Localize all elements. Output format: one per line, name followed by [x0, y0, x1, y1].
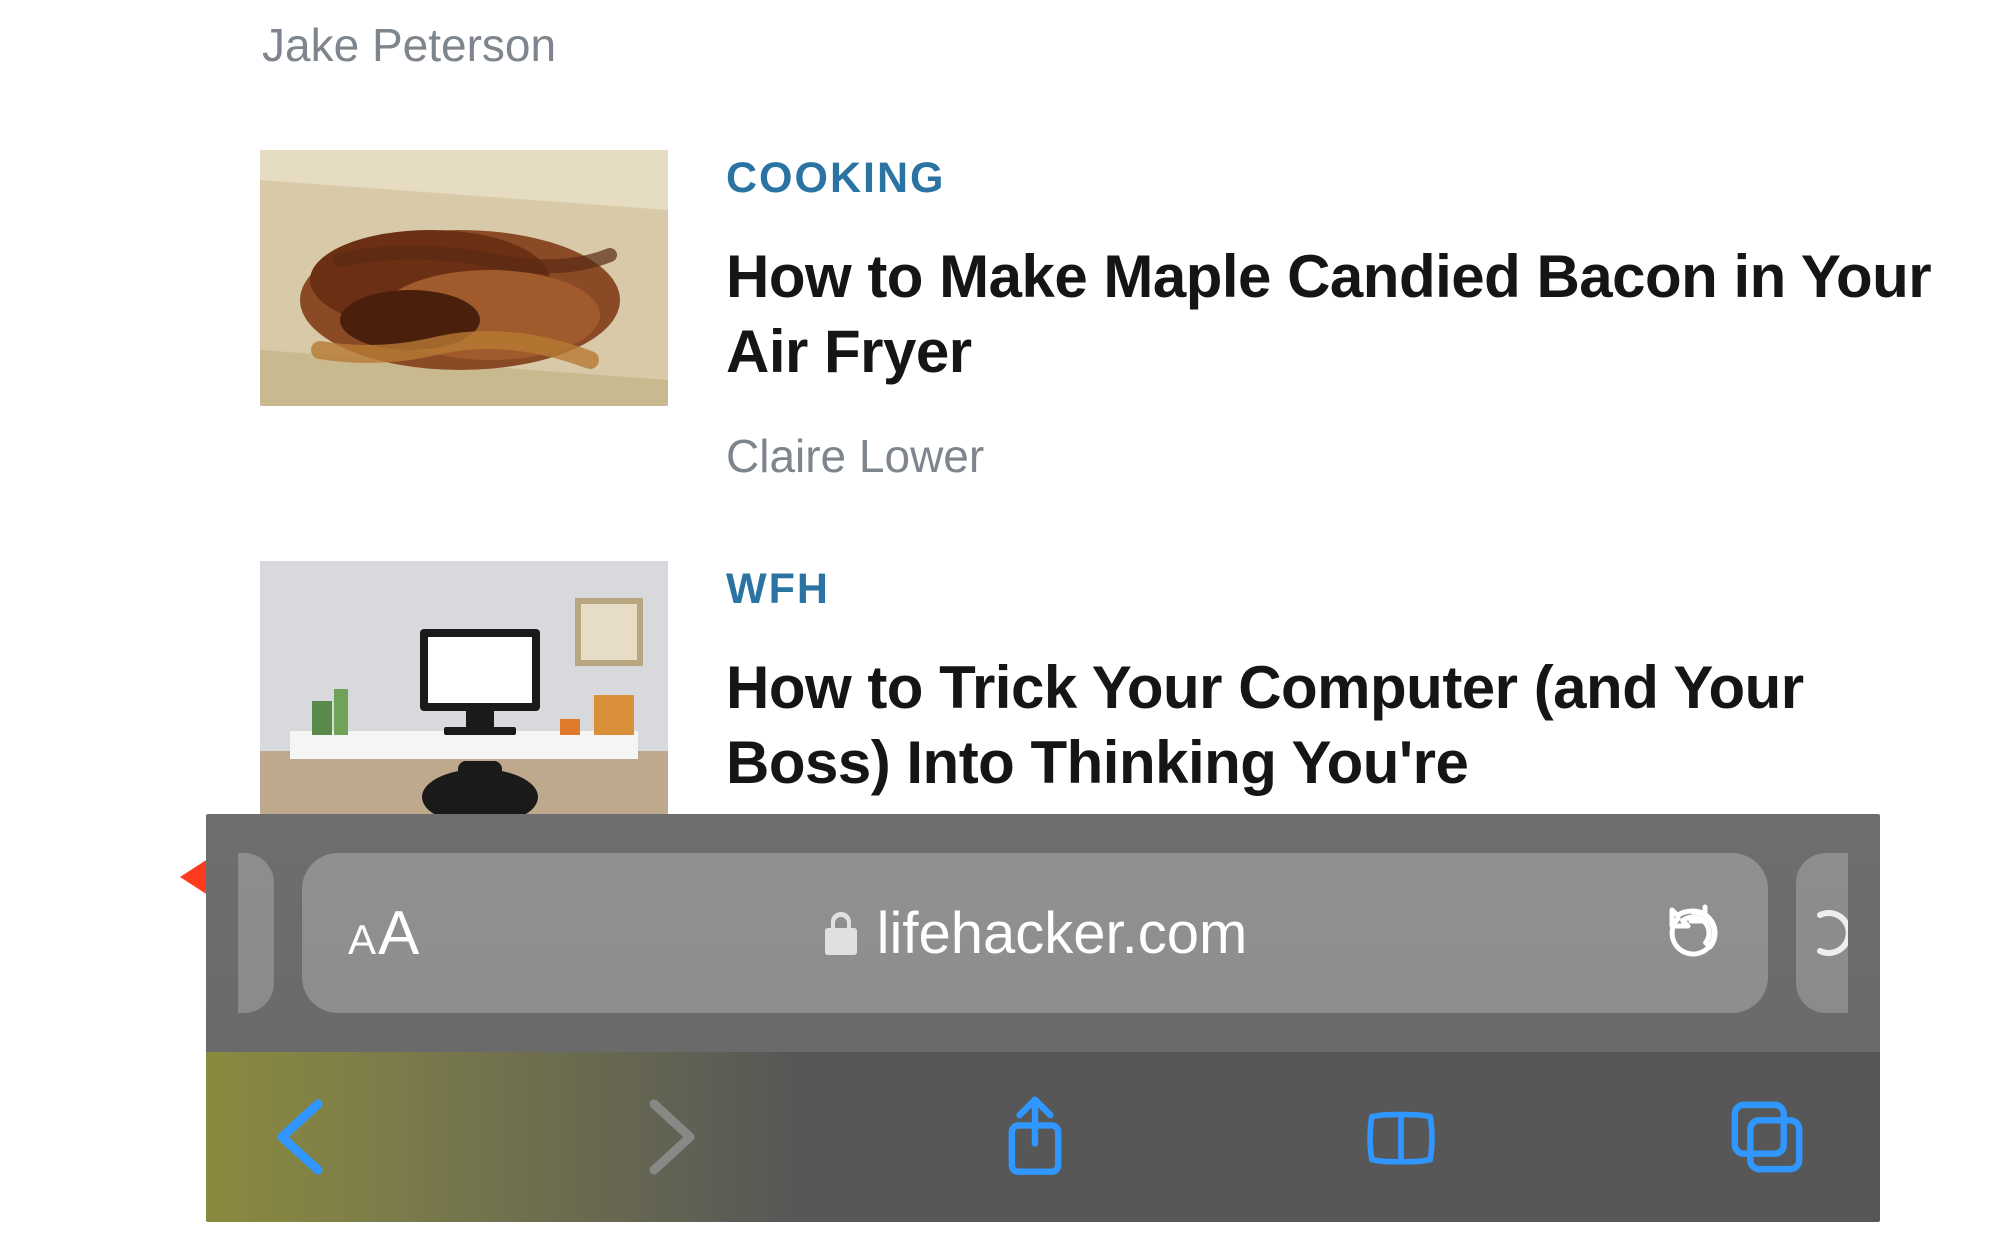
article-title[interactable]: How to Make Maple Candied Bacon in Your … [726, 239, 1940, 389]
article-category[interactable]: COOKING [726, 154, 1940, 203]
share-button[interactable] [990, 1092, 1080, 1182]
reload-icon[interactable] [1664, 904, 1722, 962]
address-bar[interactable]: AA lifehacker.com [302, 853, 1768, 1013]
article-card[interactable]: WFH How to Trick Your Computer (and Your… [260, 561, 1940, 817]
article-thumbnail[interactable] [260, 561, 668, 817]
text-size-button[interactable]: AA [348, 898, 419, 969]
tabs-button[interactable] [1722, 1092, 1812, 1182]
address-bar-row: AA lifehacker.com [206, 814, 1880, 1052]
article-thumbnail[interactable] [260, 150, 668, 406]
article-meta: COOKING How to Make Maple Candied Bacon … [726, 150, 1940, 483]
safari-toolbar [206, 1052, 1880, 1222]
previous-article-author: Jake Peterson [262, 18, 1940, 72]
article-category[interactable]: WFH [726, 565, 1940, 614]
article-title[interactable]: How to Trick Your Computer (and Your Bos… [726, 650, 1940, 800]
back-button[interactable] [258, 1092, 348, 1182]
forward-button[interactable] [624, 1092, 714, 1182]
article-meta: WFH How to Trick Your Computer (and Your… [726, 561, 1940, 800]
safari-bottom-ui: AA lifehacker.com [206, 814, 1880, 1222]
adjacent-tab-left[interactable] [238, 853, 274, 1013]
article-card[interactable]: COOKING How to Make Maple Candied Bacon … [260, 150, 1940, 483]
text-size-big-a: A [378, 898, 419, 969]
article-author[interactable]: Claire Lower [726, 429, 1940, 483]
lock-icon [823, 910, 859, 956]
adjacent-tab-right[interactable] [1796, 853, 1848, 1013]
text-size-small-a: A [348, 916, 376, 964]
bookmarks-button[interactable] [1356, 1092, 1446, 1182]
url-text[interactable]: lifehacker.com [877, 900, 1248, 967]
